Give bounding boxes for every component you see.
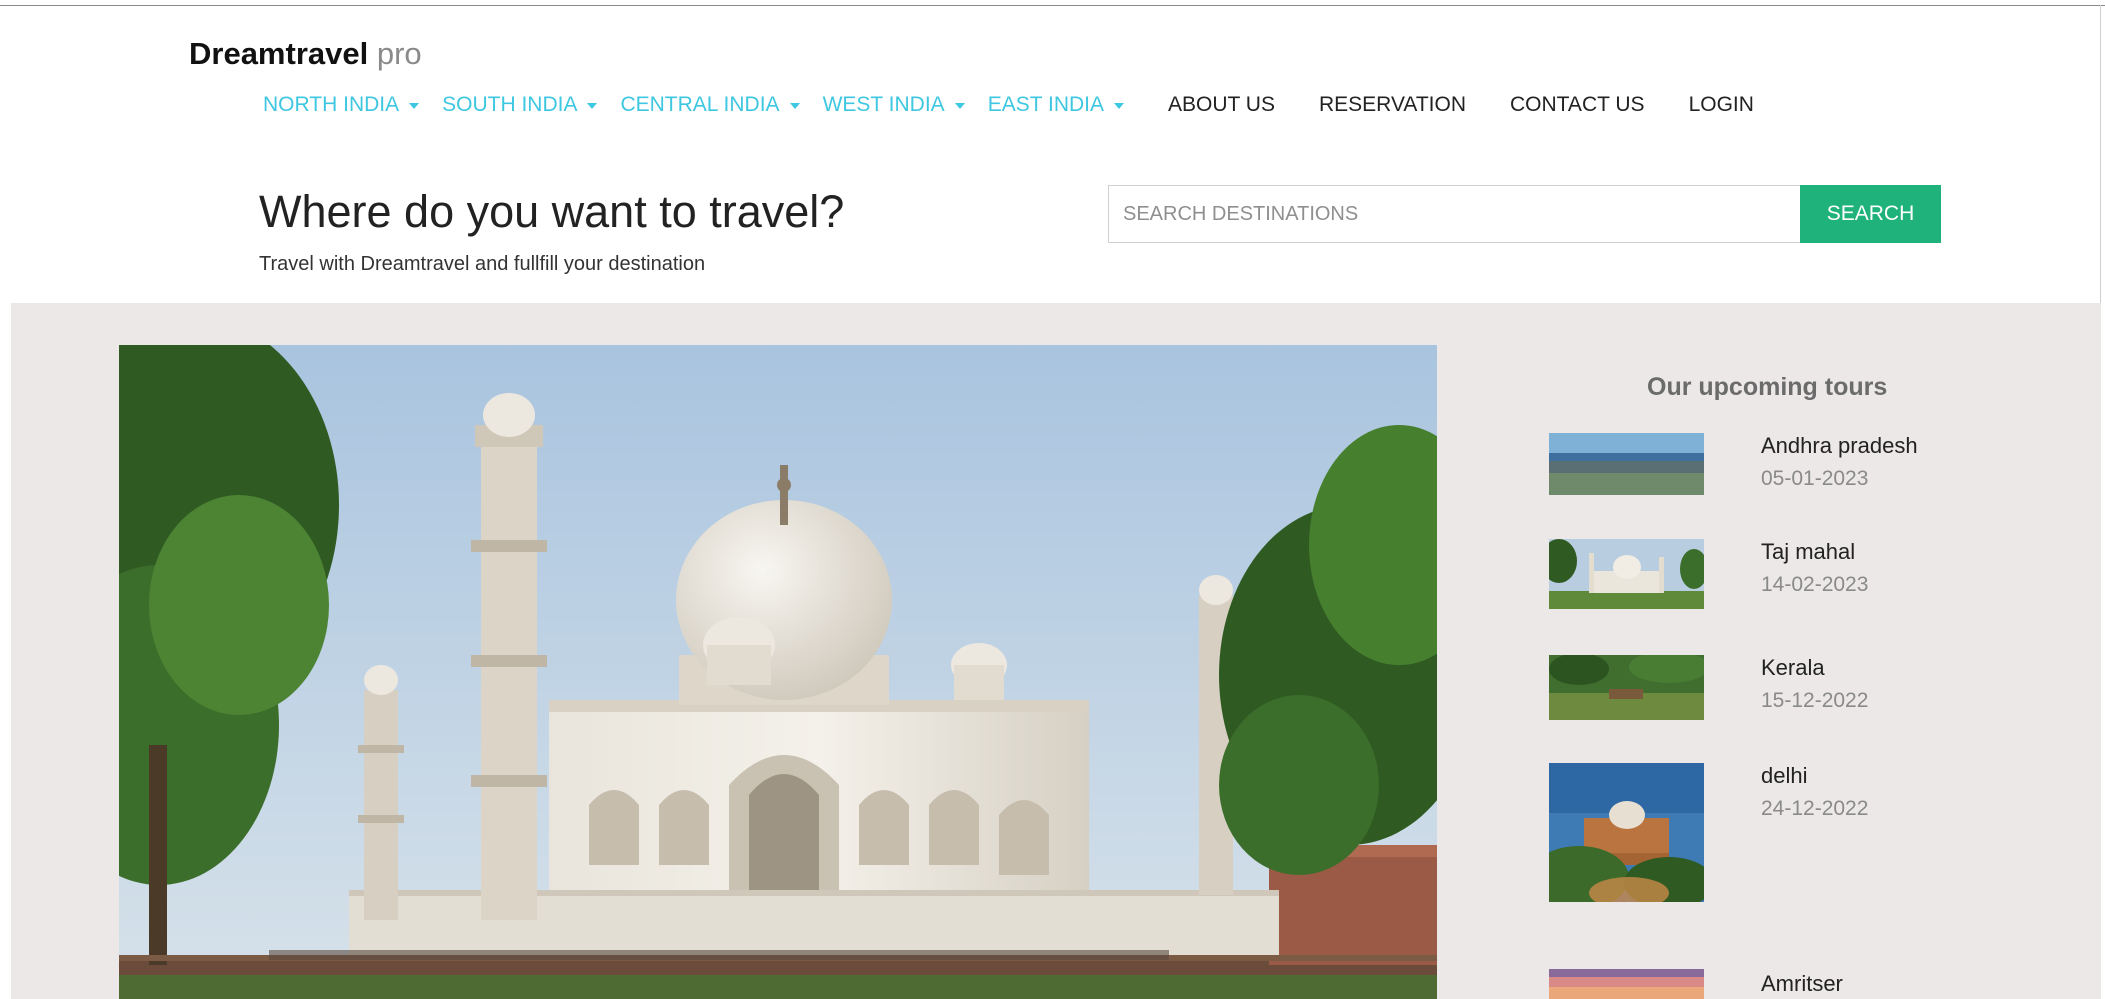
hero-image [119, 345, 1437, 999]
tour-date: 05-01-2023 [1761, 467, 1869, 490]
taj-mahal-photo [119, 345, 1437, 999]
nav-east-india[interactable]: EAST INDIA [988, 93, 1124, 117]
tour-thumbnail[interactable] [1549, 655, 1704, 720]
backwaters-photo [1549, 655, 1704, 720]
sunset-photo [1549, 969, 1704, 999]
tour-item[interactable]: Amritser [1549, 969, 1969, 999]
search-bar: SEARCH [1108, 185, 1941, 243]
search-input[interactable] [1108, 185, 1800, 243]
nav-central-india[interactable]: CENTRAL INDIA [620, 93, 800, 117]
nav-label: EAST INDIA [987, 93, 1104, 116]
coastal-city-photo [1549, 433, 1704, 495]
brand-name: Dreamtravel [189, 36, 369, 71]
hero-title: Where do you want to travel? [259, 186, 845, 237]
nav-about-us[interactable]: ABOUT US [1168, 93, 1275, 117]
tour-thumbnail[interactable] [1549, 763, 1704, 902]
caret-down-icon [409, 103, 420, 109]
nav-reservation[interactable]: RESERVATION [1319, 93, 1466, 117]
nav-label: NORTH INDIA [263, 93, 400, 116]
tour-thumbnail[interactable] [1549, 539, 1704, 609]
nav-south-india[interactable]: SOUTH INDIA [442, 93, 598, 117]
tour-name: Amritser [1761, 971, 1843, 996]
brand-suffix: pro [376, 36, 422, 71]
taj-mahal-photo [1549, 539, 1704, 609]
caret-down-icon [587, 103, 598, 109]
tour-name: Andhra pradesh [1761, 433, 1918, 458]
nav-login[interactable]: LOGIN [1689, 93, 1754, 117]
tour-name: Kerala [1761, 655, 1825, 680]
tour-date: 15-12-2022 [1761, 689, 1869, 712]
top-border [0, 5, 2105, 6]
tour-thumbnail[interactable] [1549, 433, 1704, 495]
tour-item[interactable]: Andhra pradesh 05-01-2023 [1549, 433, 1969, 503]
search-button[interactable]: SEARCH [1800, 185, 1941, 243]
tour-item[interactable]: Taj mahal 14-02-2023 [1549, 539, 1969, 611]
main-nav: NORTH INDIA SOUTH INDIA CENTRAL INDIA WE… [263, 90, 1798, 120]
tour-item[interactable]: delhi 24-12-2022 [1549, 763, 1969, 903]
upcoming-tours-title: Our upcoming tours [1647, 373, 1888, 401]
tour-item[interactable]: Kerala 15-12-2022 [1549, 655, 1969, 725]
tour-date: 14-02-2023 [1761, 573, 1869, 596]
brand-logo[interactable]: Dreamtravel pro [189, 36, 422, 72]
nav-contact-us[interactable]: CONTACT US [1510, 93, 1645, 117]
nav-label: CENTRAL INDIA [620, 93, 780, 116]
caret-down-icon [1114, 103, 1124, 109]
tour-name: delhi [1761, 763, 1808, 788]
tour-name: Taj mahal [1761, 539, 1856, 564]
nav-label: WEST INDIA [822, 93, 945, 116]
tour-date: 24-12-2022 [1761, 797, 1869, 820]
nav-west-india[interactable]: WEST INDIA [823, 93, 965, 117]
hero-subtitle: Travel with Dreamtravel and fullfill you… [259, 253, 706, 275]
tour-thumbnail[interactable] [1549, 969, 1704, 999]
nav-label: SOUTH INDIA [442, 93, 578, 116]
tomb-monument-photo [1549, 763, 1704, 902]
nav-north-india[interactable]: NORTH INDIA [263, 93, 420, 117]
caret-down-icon [789, 103, 800, 109]
caret-down-icon [954, 103, 965, 109]
